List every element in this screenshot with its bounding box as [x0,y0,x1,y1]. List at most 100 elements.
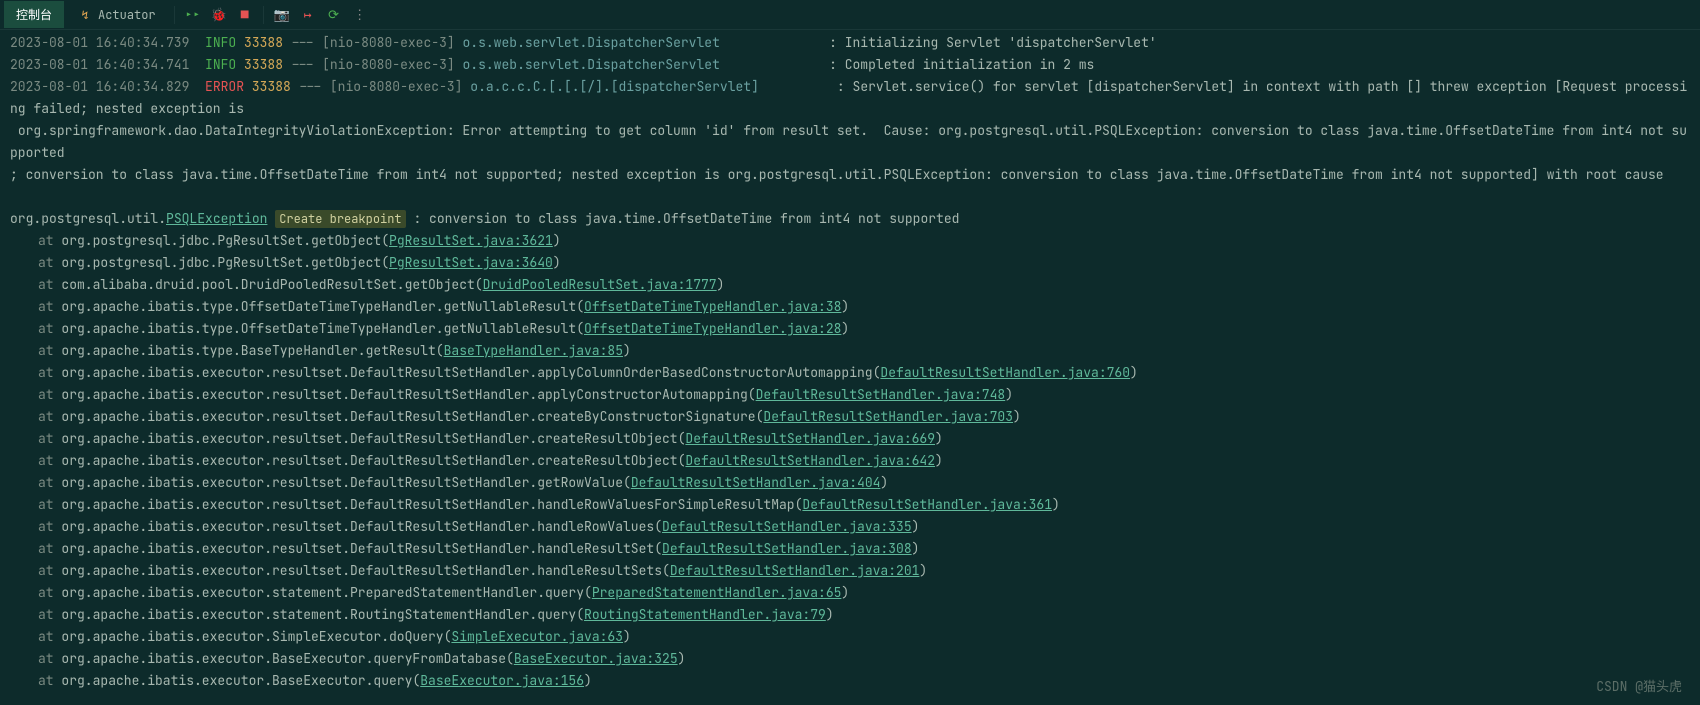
close-paren: ) [623,628,631,645]
stack-location: org.apache.ibatis.executor.statement.Rou… [61,606,584,623]
refresh-button[interactable]: ⟳ [322,3,346,27]
log-thread: [nio-8080-exec-3] [330,78,463,95]
log-timestamp: 2023-08-01 16:40:34.741 [10,56,205,73]
at-keyword: at [38,584,61,601]
source-link[interactable]: DefaultResultSetHandler.java:361 [802,496,1052,513]
stack-location: org.apache.ibatis.type.BaseTypeHandler.g… [61,342,443,359]
source-link[interactable]: DefaultResultSetHandler.java:201 [670,562,920,579]
at-keyword: at [38,408,61,425]
rerun-icon: ▸▸ [185,6,201,23]
log-thread: [nio-8080-exec-3] [322,56,455,73]
log-level: ERROR [205,78,244,95]
source-link[interactable]: BaseTypeHandler.java:85 [444,342,623,359]
stack-location: org.postgresql.jdbc.PgResultSet.getObjec… [61,232,389,249]
source-link[interactable]: DefaultResultSetHandler.java:703 [763,408,1013,425]
create-breakpoint-button[interactable]: Create breakpoint [275,210,405,228]
source-link[interactable]: BaseExecutor.java:156 [420,672,584,689]
log-line: ; conversion to class java.time.OffsetDa… [10,164,1690,186]
more-icon: ⋮ [353,6,366,23]
log-logger: o.s.web.servlet.DispatcherServlet [462,56,774,73]
log-level: INFO [205,34,236,51]
at-keyword: at [38,562,61,579]
console-toolbar: 控制台 ↯ Actuator ▸▸ 🐞 ■ 📷 ↦ ⟳ ⋮ [0,0,1700,30]
source-link[interactable]: DefaultResultSetHandler.java:335 [662,518,912,535]
at-keyword: at [38,606,61,623]
stack-frame: at org.apache.ibatis.executor.resultset.… [10,406,1690,428]
stack-frame: at org.apache.ibatis.executor.resultset.… [10,494,1690,516]
debug-button[interactable]: 🐞 [207,3,231,27]
stack-location: org.apache.ibatis.executor.resultset.Def… [61,452,685,469]
log-timestamp: 2023-08-01 16:40:34.829 [10,78,205,95]
actuator-icon: ↯ [78,8,92,22]
stack-frame: at org.apache.ibatis.executor.resultset.… [10,384,1690,406]
close-paren: ) [912,518,920,535]
log-logger: o.a.c.c.C.[.[.[/].[dispatcherServlet] [470,78,782,95]
source-link[interactable]: PreparedStatementHandler.java:65 [592,584,842,601]
more-button[interactable]: ⋮ [348,3,372,27]
source-link[interactable]: OffsetDateTimeTypeHandler.java:28 [584,320,841,337]
at-keyword: at [38,276,61,293]
stack-frame: at org.apache.ibatis.executor.SimpleExec… [10,626,1690,648]
source-link[interactable]: SimpleExecutor.java:63 [451,628,623,645]
toolbar-separator [174,6,175,24]
tab-actuator-label: Actuator [98,7,156,23]
exit-icon: ↦ [304,6,312,23]
stack-location: org.postgresql.jdbc.PgResultSet.getObjec… [61,254,389,271]
stack-location: org.apache.ibatis.executor.resultset.Def… [61,474,630,491]
log-pid: 33388 [244,34,283,51]
exit-button[interactable]: ↦ [296,3,320,27]
close-paren: ) [841,584,849,601]
watermark: CSDN @猫头虎 [1596,676,1682,695]
stack-location: org.apache.ibatis.type.OffsetDateTimeTyp… [61,320,584,337]
source-link[interactable]: OffsetDateTimeTypeHandler.java:38 [584,298,841,315]
stack-location: org.apache.ibatis.executor.resultset.Def… [61,562,669,579]
stack-frame: at org.apache.ibatis.executor.resultset.… [10,450,1690,472]
tab-console-label: 控制台 [16,6,52,23]
close-paren: ) [841,298,849,315]
close-paren: ) [1052,496,1060,513]
console-output[interactable]: 2023-08-01 16:40:34.739 INFO 33388 --- [… [0,30,1700,694]
stop-button[interactable]: ■ [233,3,257,27]
source-link[interactable]: PgResultSet.java:3640 [389,254,553,271]
log-sep: --- [283,56,322,73]
tab-console[interactable]: 控制台 [4,1,64,28]
source-link[interactable]: PgResultSet.java:3621 [389,232,553,249]
stack-location: org.apache.ibatis.executor.resultset.Def… [61,496,802,513]
exception-class-link[interactable]: PSQLException [166,210,267,227]
source-link[interactable]: DefaultResultSetHandler.java:308 [662,540,912,557]
at-keyword: at [38,364,61,381]
exception-header: org.postgresql.util.PSQLException Create… [10,208,1690,230]
stack-frame: at org.apache.ibatis.type.BaseTypeHandle… [10,340,1690,362]
at-keyword: at [38,254,61,271]
log-thread: [nio-8080-exec-3] [322,34,455,51]
screenshot-button[interactable]: 📷 [270,3,294,27]
source-link[interactable]: DefaultResultSetHandler.java:748 [756,386,1006,403]
stack-frame: at org.apache.ibatis.executor.resultset.… [10,362,1690,384]
close-paren: ) [935,430,943,447]
bug-icon: 🐞 [211,6,227,23]
source-link[interactable]: DefaultResultSetHandler.java:642 [685,452,935,469]
at-keyword: at [38,386,61,403]
rerun-button[interactable]: ▸▸ [181,3,205,27]
stack-location: com.alibaba.druid.pool.DruidPooledResult… [61,276,482,293]
close-paren: ) [553,254,561,271]
tab-actuator[interactable]: ↯ Actuator [66,2,168,28]
log-message: ; conversion to class java.time.OffsetDa… [10,166,1664,183]
log-sep: --- [283,34,322,51]
source-link[interactable]: DruidPooledResultSet.java:1777 [483,276,717,293]
at-keyword: at [38,474,61,491]
stack-frame: at com.alibaba.druid.pool.DruidPooledRes… [10,274,1690,296]
source-link[interactable]: DefaultResultSetHandler.java:760 [880,364,1130,381]
source-link[interactable]: DefaultResultSetHandler.java:404 [631,474,881,491]
close-paren: ) [678,650,686,667]
source-link[interactable]: DefaultResultSetHandler.java:669 [685,430,935,447]
close-paren: ) [935,452,943,469]
source-link[interactable]: BaseExecutor.java:325 [514,650,678,667]
stack-location: org.apache.ibatis.executor.resultset.Def… [61,364,880,381]
log-line: org.springframework.dao.DataIntegrityVio… [10,120,1690,164]
source-link[interactable]: RoutingStatementHandler.java:79 [584,606,826,623]
stack-frame: at org.apache.ibatis.executor.BaseExecut… [10,648,1690,670]
close-paren: ) [826,606,834,623]
at-keyword: at [38,298,61,315]
stack-frame: at org.apache.ibatis.executor.resultset.… [10,560,1690,582]
